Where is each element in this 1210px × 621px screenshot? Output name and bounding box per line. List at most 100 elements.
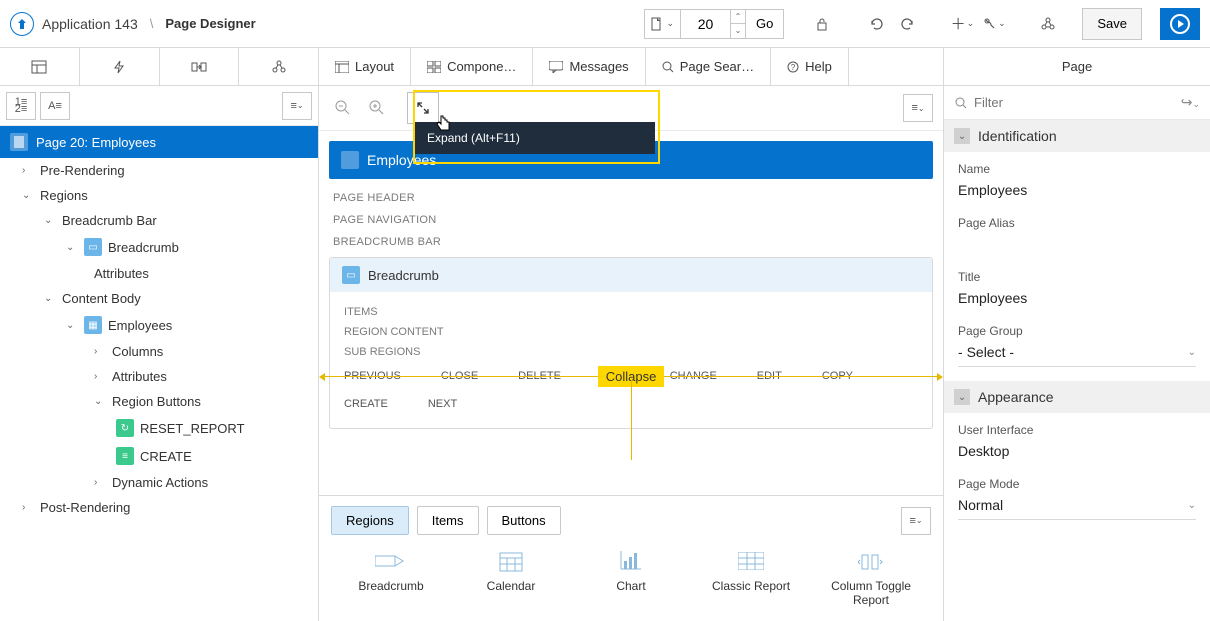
svg-text:?: ? — [791, 63, 796, 72]
gallery-tab-buttons[interactable]: Buttons — [487, 506, 561, 535]
group-identification[interactable]: ⌄ Identification — [944, 120, 1210, 152]
gallery-tab-items[interactable]: Items — [417, 506, 479, 535]
utilities-dropdown[interactable]: ⌄ — [978, 9, 1010, 39]
expand-tooltip: Expand (Alt+F11) — [415, 122, 655, 154]
prop-mode-select[interactable]: Normal⌄ — [958, 497, 1196, 520]
lock-button[interactable] — [806, 9, 838, 39]
layout-btn-help[interactable]: HELP — [601, 370, 630, 382]
layout-section-page-nav: PAGE NAVIGATION — [329, 209, 933, 231]
group-appearance[interactable]: ⌄ Appearance — [944, 381, 1210, 413]
layout-btn-edit[interactable]: EDIT — [757, 370, 782, 382]
app-name-link[interactable]: Application 143 — [42, 16, 138, 32]
prop-name-label: Name — [958, 162, 1196, 176]
main-layout: 1≡2≡ A≡ ≡ ⌄ Page 20: Employees ›Pre-Rend… — [0, 48, 1210, 621]
zoom-out-button[interactable] — [329, 94, 357, 122]
tree-node-region-buttons[interactable]: ⌄Region Buttons — [0, 389, 318, 414]
tree-node-breadcrumb-bar[interactable]: ⌄Breadcrumb Bar — [0, 208, 318, 233]
page-number-input[interactable] — [681, 9, 731, 39]
prop-mode-label: Page Mode — [958, 477, 1196, 491]
layout-btn-change[interactable]: CHANGE — [670, 370, 717, 382]
tree-node-regions[interactable]: ⌄Regions — [0, 183, 318, 208]
layout-menu-button[interactable]: ≡ ⌄ — [903, 94, 933, 122]
center-tabs: Layout Compone… Messages Page Sear… ?Hel… — [319, 48, 943, 86]
tree-node-employees[interactable]: ⌄▦Employees — [0, 311, 318, 339]
page-selector-group: ⌄ ⌃ ⌄ Go ＋⌄ ⌄ — [644, 9, 1064, 39]
filter-menu-icon[interactable]: ↪⌄ — [1181, 94, 1200, 111]
right-panel: Page ↪⌄ ⌄ Identification Name Employees … — [943, 48, 1210, 621]
tree-node-attributes[interactable]: Attributes — [0, 261, 318, 286]
tree-node-pre-rendering[interactable]: ›Pre-Rendering — [0, 158, 318, 183]
tab-dynamic-actions[interactable] — [80, 48, 160, 85]
layout-items-label: ITEMS — [344, 302, 918, 322]
gallery-bar: Regions Items Buttons ≡ ⌄ Breadcrumb Cal… — [319, 495, 943, 621]
gallery-item-column-toggle[interactable]: Column Toggle Report — [821, 549, 921, 607]
layout-section-page-header: PAGE HEADER — [329, 187, 933, 209]
layout-region-content-label: REGION CONTENT — [344, 322, 918, 342]
page-down-button[interactable]: ⌄ — [731, 24, 745, 38]
tab-processing[interactable] — [160, 48, 240, 85]
tree-node-dynamic-actions[interactable]: ›Dynamic Actions — [0, 470, 318, 495]
layout-btn-next[interactable]: NEXT — [428, 398, 457, 410]
page-up-button[interactable]: ⌃ — [731, 10, 745, 25]
tree-node-columns[interactable]: ›Columns — [0, 339, 318, 364]
layout-btn-create[interactable]: CREATE — [344, 398, 388, 410]
prop-group-select[interactable]: - Select -⌄ — [958, 344, 1196, 367]
breadcrumb: Application 143 \ Page Designer — [10, 12, 256, 36]
gallery-menu-button[interactable]: ≡ ⌄ — [901, 507, 931, 535]
run-button[interactable] — [1160, 8, 1200, 40]
prop-name-value[interactable]: Employees — [958, 182, 1196, 202]
layout-btn-delete[interactable]: DELETE — [518, 370, 561, 382]
create-dropdown[interactable]: ＋⌄ — [946, 9, 978, 39]
prop-title-value[interactable]: Employees — [958, 290, 1196, 310]
tree-node-breadcrumb[interactable]: ⌄▭Breadcrumb — [0, 233, 318, 261]
go-button[interactable]: Go — [745, 9, 784, 39]
shared-components-button[interactable] — [1032, 9, 1064, 39]
up-arrow-icon[interactable] — [10, 12, 34, 36]
top-header: Application 143 \ Page Designer ⌄ ⌃ ⌄ Go… — [0, 0, 1210, 48]
layout-sub-regions-label: SUB REGIONS — [344, 342, 918, 362]
tree-page-header[interactable]: Page 20: Employees — [0, 126, 318, 158]
tab-page[interactable]: Page — [944, 48, 1210, 85]
gallery-item-classic-report[interactable]: Classic Report — [701, 549, 801, 607]
prop-alias-value[interactable] — [958, 236, 1196, 256]
layout-btn-copy[interactable]: COPY — [822, 370, 853, 382]
tab-rendering[interactable] — [0, 48, 80, 85]
prop-ui-label: User Interface — [958, 423, 1196, 437]
gallery-tab-regions[interactable]: Regions — [331, 506, 409, 535]
tree-node-post-rendering[interactable]: ›Post-Rendering — [0, 495, 318, 520]
tree-node-reset-report[interactable]: ↻RESET_REPORT — [0, 414, 318, 442]
filter-input[interactable] — [974, 95, 1175, 110]
tab-help[interactable]: ?Help — [771, 48, 849, 85]
prop-ui-value: Desktop — [958, 443, 1196, 463]
redo-button[interactable] — [892, 9, 924, 39]
tree-container: Page 20: Employees ›Pre-Rendering ⌄Regio… — [0, 126, 318, 621]
tree-view-1-button[interactable]: 1≡2≡ — [6, 92, 36, 120]
zoom-in-button[interactable] — [363, 94, 391, 122]
tree-view-2-button[interactable]: A≡ — [40, 92, 70, 120]
right-tabs: Page — [944, 48, 1210, 86]
gallery-item-breadcrumb[interactable]: Breadcrumb — [341, 549, 441, 607]
breadcrumb-separator: \ — [150, 16, 154, 31]
tree-node-content-body[interactable]: ⌄Content Body — [0, 286, 318, 311]
tab-components[interactable]: Compone… — [411, 48, 533, 85]
undo-button[interactable] — [860, 9, 892, 39]
layout-btn-close[interactable]: CLOSE — [441, 370, 478, 382]
expand-button[interactable] — [407, 92, 439, 124]
tree-node-attributes2[interactable]: ›Attributes — [0, 364, 318, 389]
save-button[interactable]: Save — [1082, 8, 1142, 40]
properties-body: ⌄ Identification Name Employees Page Ali… — [944, 120, 1210, 621]
prop-group-label: Page Group — [958, 324, 1196, 338]
layout-btn-previous[interactable]: PREVIOUS — [344, 370, 401, 382]
tab-page-search[interactable]: Page Sear… — [646, 48, 771, 85]
tree-page-title: Page 20: Employees — [36, 135, 156, 150]
page-type-dropdown[interactable]: ⌄ — [644, 9, 681, 39]
tab-messages[interactable]: Messages — [533, 48, 645, 85]
tree-node-create[interactable]: ≡CREATE — [0, 442, 318, 470]
collapse-vertical-line — [631, 380, 632, 460]
tree-menu-button[interactable]: ≡ ⌄ — [282, 92, 312, 120]
tab-shared[interactable] — [239, 48, 318, 85]
gallery-item-chart[interactable]: Chart — [581, 549, 681, 607]
tab-layout[interactable]: Layout — [319, 48, 411, 85]
gallery-item-calendar[interactable]: Calendar — [461, 549, 561, 607]
left-panel: 1≡2≡ A≡ ≡ ⌄ Page 20: Employees ›Pre-Rend… — [0, 48, 319, 621]
